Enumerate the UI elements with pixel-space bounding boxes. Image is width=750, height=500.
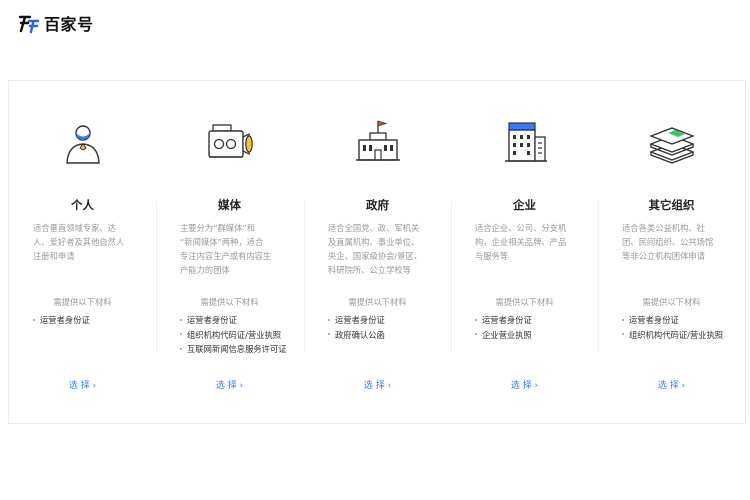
- government-building-icon: [355, 120, 400, 161]
- account-type-description: 主要分为“群媒体”和 “新闻媒体”两种，适合 专注内容生产或有内容生 产能力的团…: [180, 223, 272, 275]
- account-type-enterprise: 企业 适合企业、公司、分支机 构，企业相关品牌、产品 与服务等 需提供以下材料 …: [451, 81, 598, 425]
- select-media-button[interactable]: 选 择 ›: [156, 378, 303, 391]
- account-type-other: 其它组织 适合各类公益机构、社 团、民间组织、公共场馆 等非公立机构团体申请 需…: [598, 81, 745, 425]
- account-type-title: 企业: [513, 198, 536, 212]
- select-enterprise-button[interactable]: 选 择 ›: [451, 378, 598, 391]
- stacked-layers-icon: [648, 127, 695, 164]
- select-government-button[interactable]: 选 择 ›: [304, 378, 451, 391]
- material-item: 政府确认公函: [328, 328, 451, 343]
- account-type-description: 适合企业、公司、分支机 构，企业相关品牌、产品 与服务等: [475, 223, 567, 261]
- account-type-description: 适合垂直领域专家、达 人、爱好者及其他自然人 注册和申请: [33, 223, 125, 261]
- account-type-personal: 个人 适合垂直领域专家、达 人、爱好者及其他自然人 注册和申请 需提供以下材料 …: [9, 81, 156, 425]
- account-type-description: 适合全国党、政、军机关 及直属机构、事业单位、 央企、国家级协会/景区、 科研院…: [328, 223, 423, 275]
- materials-list: 运营者身份证 组织机构代码证/营业执照: [622, 313, 745, 342]
- material-item: 运营者身份证: [475, 313, 598, 328]
- select-personal-button[interactable]: 选 择 ›: [9, 378, 156, 391]
- materials-heading: 需提供以下材料: [348, 297, 407, 307]
- account-type-title: 其它组织: [648, 198, 695, 212]
- account-type-description: 适合各类公益机构、社 团、民间组织、公共场馆 等非公立机构团体申请: [622, 223, 714, 261]
- brand-name: 百家号: [44, 15, 94, 34]
- material-item: 运营者身份证: [328, 313, 451, 328]
- materials-list: 运营者身份证: [33, 313, 156, 328]
- brand-logo[interactable]: 百家号: [18, 12, 94, 34]
- materials-heading: 需提供以下材料: [200, 297, 259, 307]
- office-building-icon: [504, 122, 547, 162]
- material-item: 组织机构代码证/营业执照: [180, 328, 303, 343]
- material-item: 运营者身份证: [180, 313, 303, 328]
- material-item: 运营者身份证: [622, 313, 745, 328]
- materials-heading: 需提供以下材料: [495, 297, 554, 307]
- baijiahao-logo-icon: [18, 15, 40, 34]
- account-type-title: 政府: [366, 198, 389, 212]
- camera-icon: [207, 124, 253, 158]
- material-item: 运营者身份证: [33, 313, 156, 328]
- material-item: 组织机构代码证/营业执照: [622, 328, 745, 343]
- account-type-media: 媒体 主要分为“群媒体”和 “新闻媒体”两种，适合 专注内容生产或有内容生 产能…: [156, 81, 303, 425]
- person-icon: [65, 125, 100, 164]
- material-item: 互联网新闻信息服务许可证: [180, 342, 303, 357]
- account-type-title: 个人: [71, 198, 94, 212]
- materials-heading: 需提供以下材料: [53, 297, 112, 307]
- materials-list: 运营者身份证 政府确认公函: [328, 313, 451, 342]
- select-other-button[interactable]: 选 择 ›: [598, 378, 745, 391]
- materials-list: 运营者身份证 组织机构代码证/营业执照 互联网新闻信息服务许可证: [180, 313, 303, 357]
- materials-heading: 需提供以下材料: [642, 297, 701, 307]
- account-type-government: 政府 适合全国党、政、军机关 及直属机构、事业单位、 央企、国家级协会/景区、 …: [304, 81, 451, 425]
- account-type-title: 媒体: [218, 198, 241, 212]
- material-item: 企业营业执照: [475, 328, 598, 343]
- account-type-panel: 个人 适合垂直领域专家、达 人、爱好者及其他自然人 注册和申请 需提供以下材料 …: [8, 80, 746, 424]
- materials-list: 运营者身份证 企业营业执照: [475, 313, 598, 342]
